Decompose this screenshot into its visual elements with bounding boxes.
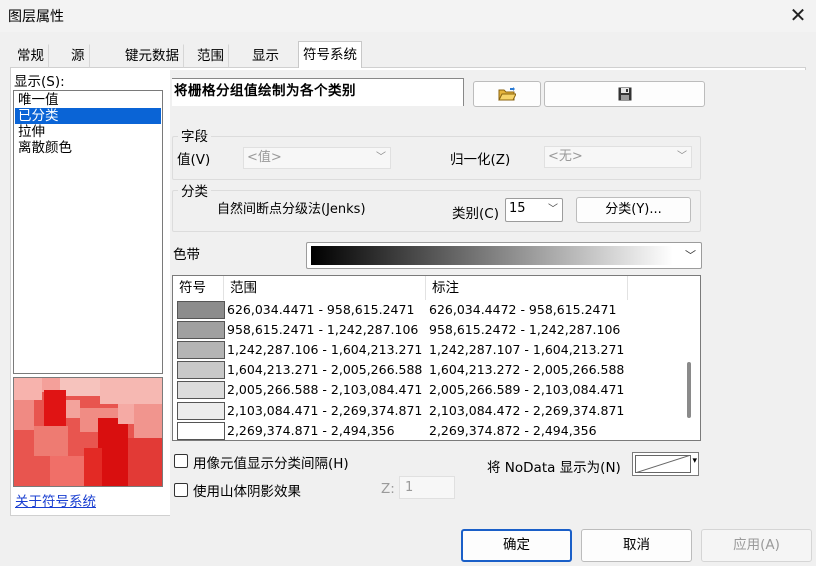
class-symbol-swatch[interactable] bbox=[177, 401, 225, 420]
color-ramp-label: 色带 bbox=[173, 247, 200, 263]
chevron-down-icon: ﹀ bbox=[376, 152, 386, 163]
class-range-cell[interactable]: 2,005,266.588 - 2,103,084.471 bbox=[227, 382, 422, 397]
z-factor-input: 1 bbox=[399, 476, 455, 499]
tab-key-metadata[interactable]: 键元数据 bbox=[120, 44, 184, 68]
show-class-breaks-label: 用像元值显示分类间隔(H) bbox=[193, 456, 349, 472]
list-item-unique-values[interactable]: 唯一值 bbox=[15, 92, 161, 108]
ok-button[interactable]: 确定 bbox=[461, 529, 572, 562]
preview-raster-graphic bbox=[14, 378, 162, 486]
classification-group-title: 分类 bbox=[178, 180, 211, 200]
hillshade-label: 使用山体阴影效果 bbox=[193, 484, 301, 500]
value-combo: <值> ﹀ bbox=[243, 147, 391, 169]
title-bar bbox=[0, 0, 816, 32]
class-label-cell[interactable]: 1,242,287.107 - 1,604,213.271 bbox=[429, 342, 624, 357]
tab-extent[interactable]: 范围 bbox=[192, 44, 229, 68]
column-header-symbol[interactable]: 符号 bbox=[173, 276, 224, 300]
class-label-cell[interactable]: 1,604,213.272 - 2,005,266.588 bbox=[429, 362, 624, 377]
open-symbology-button[interactable] bbox=[473, 81, 541, 107]
renderer-heading: 将栅格分组值绘制为各个类别 bbox=[174, 83, 356, 99]
hillshade-checkbox[interactable] bbox=[174, 483, 188, 497]
column-header-label[interactable]: 标注 bbox=[426, 276, 628, 300]
class-symbol-swatch[interactable] bbox=[177, 301, 225, 319]
class-range-cell[interactable]: 1,242,287.106 - 1,604,213.271 bbox=[227, 342, 422, 357]
tab-source[interactable]: 源 bbox=[66, 44, 90, 68]
classes-value: 15 bbox=[509, 201, 526, 216]
floppy-save-icon bbox=[618, 87, 631, 101]
class-range-cell[interactable]: 1,604,213.271 - 2,005,266.588 bbox=[227, 362, 422, 377]
chevron-down-icon: ﹀ bbox=[677, 151, 687, 162]
color-ramp-gradient bbox=[311, 246, 673, 265]
tab-symbology[interactable]: 符号系统 bbox=[298, 41, 362, 69]
classification-method: 自然间断点分级法(Jenks) bbox=[217, 202, 366, 217]
chevron-down-icon: ﹀ bbox=[685, 249, 696, 262]
folder-open-icon bbox=[498, 87, 517, 101]
classify-button[interactable]: 分类(Y)... bbox=[576, 197, 691, 223]
list-item-stretched[interactable]: 拉伸 bbox=[15, 124, 161, 140]
tab-general[interactable]: 常规 bbox=[12, 44, 49, 68]
class-symbol-swatch[interactable] bbox=[177, 381, 225, 400]
class-range-cell[interactable]: 626,034.4471 - 958,615.2471 bbox=[227, 302, 414, 317]
class-symbol-swatch[interactable] bbox=[177, 341, 225, 360]
list-item-discrete-color[interactable]: 离散颜色 bbox=[15, 140, 161, 156]
class-table[interactable]: 符号 范围 标注 626,034.4471 - 958,615.2471 626,… bbox=[172, 275, 701, 441]
field-group-title: 字段 bbox=[178, 125, 211, 145]
chevron-down-icon: ﹀ bbox=[548, 204, 558, 215]
classes-combo[interactable]: 15 ﹀ bbox=[505, 198, 563, 222]
class-label-cell[interactable]: 2,103,084.472 - 2,269,374.871 bbox=[429, 403, 624, 418]
about-symbology-link[interactable]: 关于符号系统 bbox=[15, 490, 96, 510]
class-label-cell[interactable]: 626,034.4472 - 958,615.2471 bbox=[429, 302, 616, 317]
column-header-range[interactable]: 范围 bbox=[224, 276, 426, 300]
show-label: 显示(S): bbox=[14, 74, 65, 90]
normalize-combo-text: <无> bbox=[548, 149, 583, 164]
no-color-swatch-icon bbox=[635, 455, 691, 473]
save-symbology-button[interactable] bbox=[544, 81, 705, 107]
nodata-color-picker[interactable]: ▾ bbox=[632, 452, 699, 476]
show-class-breaks-checkbox[interactable] bbox=[174, 454, 188, 468]
table-scrollbar-thumb[interactable] bbox=[687, 362, 691, 418]
class-label-cell[interactable]: 2,269,374.872 - 2,494,356 bbox=[429, 423, 597, 438]
color-ramp-combo[interactable]: ﹀ bbox=[306, 242, 702, 269]
renderer-list[interactable]: 唯一值 已分类 拉伸 离散颜色 bbox=[13, 90, 163, 374]
classes-label: 类别(C) bbox=[452, 206, 499, 222]
class-symbol-swatch[interactable] bbox=[177, 321, 225, 340]
class-symbol-swatch[interactable] bbox=[177, 361, 225, 380]
close-icon[interactable]: ✕ bbox=[786, 2, 810, 28]
apply-button[interactable]: 应用(A) bbox=[701, 529, 812, 562]
normalize-combo: <无> ﹀ bbox=[544, 146, 692, 168]
window-title: 图层属性 bbox=[8, 9, 64, 25]
class-symbol-swatch[interactable] bbox=[177, 421, 225, 440]
tab-display[interactable]: 显示 bbox=[247, 44, 284, 68]
class-label-cell[interactable]: 2,005,266.589 - 2,103,084.471 bbox=[429, 382, 624, 397]
z-label: Z: bbox=[381, 481, 395, 497]
value-label: 值(V) bbox=[177, 152, 211, 168]
cancel-button[interactable]: 取消 bbox=[581, 529, 692, 562]
normalize-label: 归一化(Z) bbox=[450, 152, 511, 168]
value-combo-text: <值> bbox=[247, 150, 282, 165]
class-range-cell[interactable]: 2,269,374.871 - 2,494,356 bbox=[227, 423, 395, 438]
nodata-label: 将 NoData 显示为(N) bbox=[487, 460, 621, 476]
class-range-cell[interactable]: 2,103,084.471 - 2,269,374.871 bbox=[227, 403, 422, 418]
class-range-cell[interactable]: 958,615.2471 - 1,242,287.106 bbox=[227, 322, 418, 337]
class-label-cell[interactable]: 958,615.2472 - 1,242,287.106 bbox=[429, 322, 620, 337]
list-item-classified[interactable]: 已分类 bbox=[15, 108, 161, 124]
dropdown-arrow-icon: ▾ bbox=[692, 456, 697, 466]
renderer-preview-image bbox=[13, 377, 163, 487]
